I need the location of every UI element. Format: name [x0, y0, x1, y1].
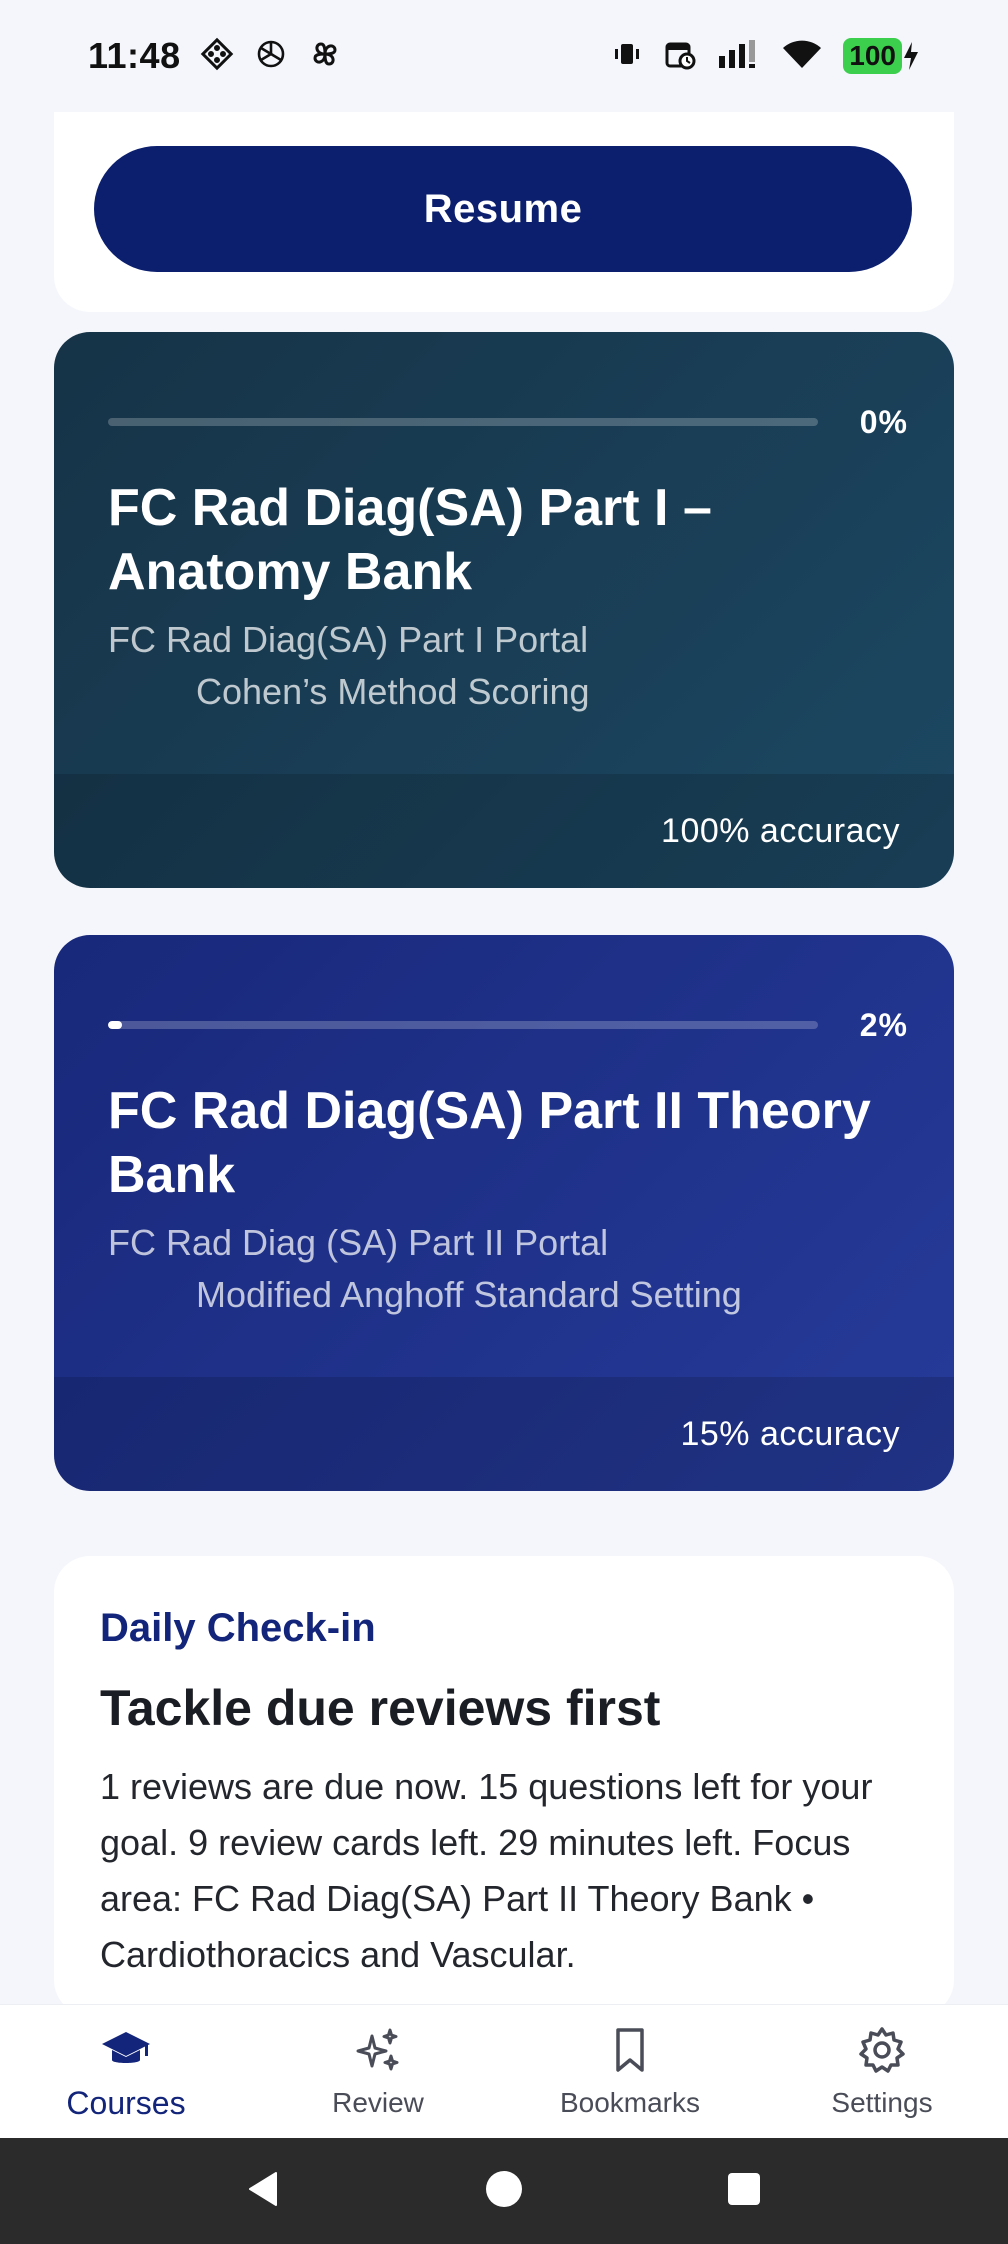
- nav-label: Bookmarks: [559, 2087, 701, 2118]
- progress-row: 0%: [108, 402, 908, 442]
- progress-percent: 0%: [859, 403, 908, 440]
- course-subtitle: FC Rad Diag(SA) Part I Portal Cohen’s Me…: [108, 614, 908, 718]
- openai-icon: [253, 36, 289, 77]
- course-card-theory[interactable]: 2% FC Rad Diag(SA) Part II Theory Bank F…: [54, 935, 954, 1491]
- diamond-grid-icon: [199, 36, 235, 77]
- course-subtitle: FC Rad Diag (SA) Part II Portal Modified…: [108, 1217, 908, 1321]
- daily-checkin-card[interactable]: Daily Check-in Tackle due reviews first …: [54, 1556, 954, 2016]
- back-icon[interactable]: [244, 2169, 284, 2214]
- progress-percent: 2%: [859, 1006, 908, 1043]
- nav-review[interactable]: Review: [252, 2005, 504, 2138]
- course-portal: FC Rad Diag(SA) Part I Portal: [108, 619, 589, 660]
- graduation-cap-icon: [100, 2022, 152, 2079]
- course-scoring: Cohen’s Method Scoring: [196, 671, 590, 712]
- checkin-body: 1 reviews are due now. 15 questions left…: [100, 1766, 873, 1975]
- nav-settings[interactable]: Settings: [756, 2005, 1008, 2138]
- vibrate-icon: [611, 38, 643, 75]
- system-nav-bar: [0, 2138, 1008, 2244]
- status-right: 100: [611, 37, 920, 76]
- progress-bar: [108, 418, 818, 426]
- gear-icon: [856, 2024, 908, 2081]
- course-accuracy: 100% accuracy: [54, 774, 954, 888]
- status-left: 11:48: [88, 35, 343, 77]
- progress-row: 2%: [108, 1005, 908, 1045]
- resume-card: Resume: [54, 112, 954, 312]
- status-time: 11:48: [88, 35, 181, 76]
- course-scoring: Modified Anghoff Standard Setting: [196, 1274, 742, 1315]
- checkin-kicker: Daily Check-in: [100, 1606, 376, 1650]
- wifi-icon: [781, 38, 823, 75]
- recents-icon[interactable]: [724, 2169, 764, 2214]
- resume-button[interactable]: Resume: [94, 146, 912, 272]
- signal-icon: [717, 38, 761, 75]
- battery-level: 100: [843, 38, 902, 74]
- nav-bookmarks[interactable]: Bookmarks: [504, 2005, 756, 2138]
- nav-label: Courses: [66, 2084, 186, 2121]
- course-accuracy: 15% accuracy: [54, 1377, 954, 1491]
- course-title: FC Rad Diag(SA) Part II Theory Bank: [108, 1082, 871, 1204]
- progress-bar: [108, 1021, 818, 1029]
- nav-courses[interactable]: Courses: [0, 2005, 252, 2138]
- course-portal: FC Rad Diag (SA) Part II Portal: [108, 1222, 609, 1263]
- status-bar: 11:48 100: [0, 0, 1008, 112]
- course-title: FC Rad Diag(SA) Part I – Anatomy Bank: [108, 479, 712, 601]
- calendar-clock-icon: [663, 37, 697, 76]
- course-card-anatomy[interactable]: 0% FC Rad Diag(SA) Part I – Anatomy Bank…: [54, 332, 954, 888]
- progress-fill: [108, 1021, 123, 1029]
- battery-icon: 100: [843, 38, 920, 74]
- bottom-nav: Courses Review Bookmarks Settings: [0, 2004, 1008, 2138]
- nav-label: Settings: [831, 2087, 933, 2118]
- pinwheel-icon: [307, 36, 343, 77]
- nav-label: Review: [332, 2087, 424, 2118]
- sparkles-icon: [352, 2024, 404, 2081]
- checkin-title: Tackle due reviews first: [100, 1680, 661, 1736]
- home-icon[interactable]: [484, 2169, 524, 2214]
- bookmark-icon: [604, 2024, 656, 2081]
